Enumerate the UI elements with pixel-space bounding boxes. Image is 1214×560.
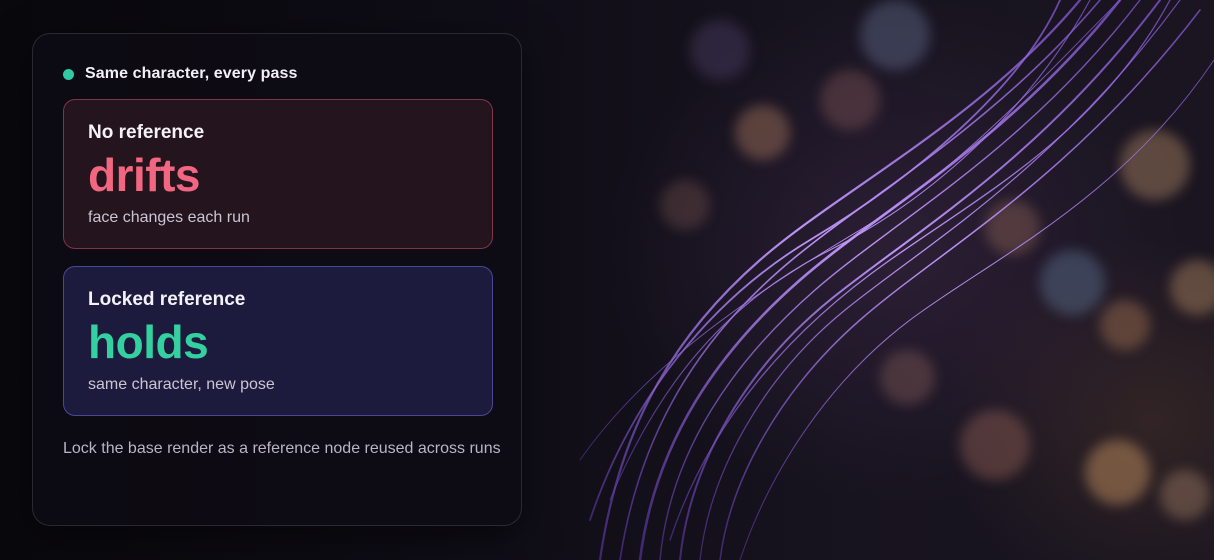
purple-light-wisps-icon bbox=[579, 0, 1214, 560]
locked-reference-panel: Locked reference holds same character, n… bbox=[63, 266, 493, 416]
card-title: Same character, every pass bbox=[85, 65, 298, 82]
panel-title: Locked reference bbox=[88, 289, 246, 310]
comparison-card: Same character, every pass No reference … bbox=[32, 33, 522, 526]
no-reference-panel: No reference drifts face changes each ru… bbox=[63, 99, 493, 249]
panel-headline: drifts bbox=[88, 149, 201, 201]
panel-subtitle: same character, new pose bbox=[88, 376, 275, 393]
footnote-text: Lock the base render as a reference node… bbox=[63, 440, 501, 457]
card-header: Same character, every pass bbox=[63, 65, 298, 83]
panel-headline: holds bbox=[88, 316, 209, 368]
panel-subtitle: face changes each run bbox=[88, 209, 250, 226]
status-dot-icon bbox=[63, 68, 74, 80]
panel-title: No reference bbox=[88, 122, 205, 143]
slide-canvas: Same character, every pass No reference … bbox=[0, 0, 1214, 560]
